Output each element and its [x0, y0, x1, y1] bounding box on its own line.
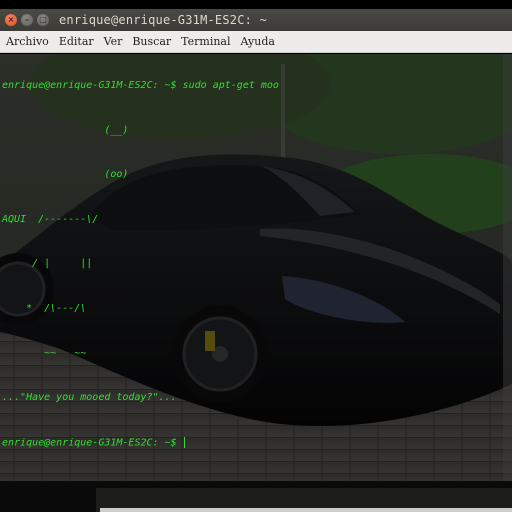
title-bar[interactable]: × – □ enrique@enrique-G31M-ES2C: ~: [0, 9, 512, 31]
menu-terminal[interactable]: Terminal: [179, 35, 234, 48]
terminal-area[interactable]: enrique@enrique-G31M-ES2C: ~$ sudo apt-g…: [0, 54, 512, 481]
terminal-line: / | ||: [2, 258, 93, 270]
terminal-line: enrique@enrique-G31M-ES2C: ~$ sudo apt-g…: [2, 80, 279, 91]
window-title: enrique@enrique-G31M-ES2C: ~: [59, 13, 267, 27]
terminal-output: enrique@enrique-G31M-ES2C: ~$ sudo apt-g…: [2, 56, 279, 481]
terminal-line: ~~ ~~: [2, 347, 87, 359]
terminal-line: (oo): [2, 169, 129, 181]
terminal-line: ..."Have you mooed today?"...: [2, 392, 177, 404]
maximize-icon: □: [39, 15, 47, 24]
text-cursor: [183, 436, 185, 448]
minimize-window-button[interactable]: –: [21, 14, 33, 26]
terminal-line: (__): [2, 124, 129, 136]
close-icon: ×: [7, 15, 15, 24]
close-window-button[interactable]: ×: [5, 14, 17, 26]
next-window-menubar-edge: [100, 508, 512, 512]
menu-archivo[interactable]: Archivo: [4, 35, 53, 48]
terminal-line: * /\---/\: [2, 302, 87, 314]
minimize-icon: –: [25, 15, 29, 24]
terminal-scrollbar[interactable]: [503, 54, 512, 481]
menu-editar[interactable]: Editar: [57, 35, 98, 48]
menu-ayuda[interactable]: Ayuda: [239, 35, 279, 48]
terminal-line: AQUI /-------\/: [2, 213, 99, 225]
menu-buscar[interactable]: Buscar: [130, 35, 175, 48]
terminal-window: × – □ enrique@enrique-G31M-ES2C: ~ Archi…: [0, 9, 512, 481]
terminal-prompt: enrique@enrique-G31M-ES2C: ~$: [2, 437, 183, 449]
terminal-prompt-line[interactable]: enrique@enrique-G31M-ES2C: ~$: [2, 436, 279, 458]
menu-ver[interactable]: Ver: [102, 35, 127, 48]
menu-bar: Archivo Editar Ver Buscar Terminal Ayuda: [0, 31, 512, 53]
maximize-window-button[interactable]: □: [37, 14, 49, 26]
